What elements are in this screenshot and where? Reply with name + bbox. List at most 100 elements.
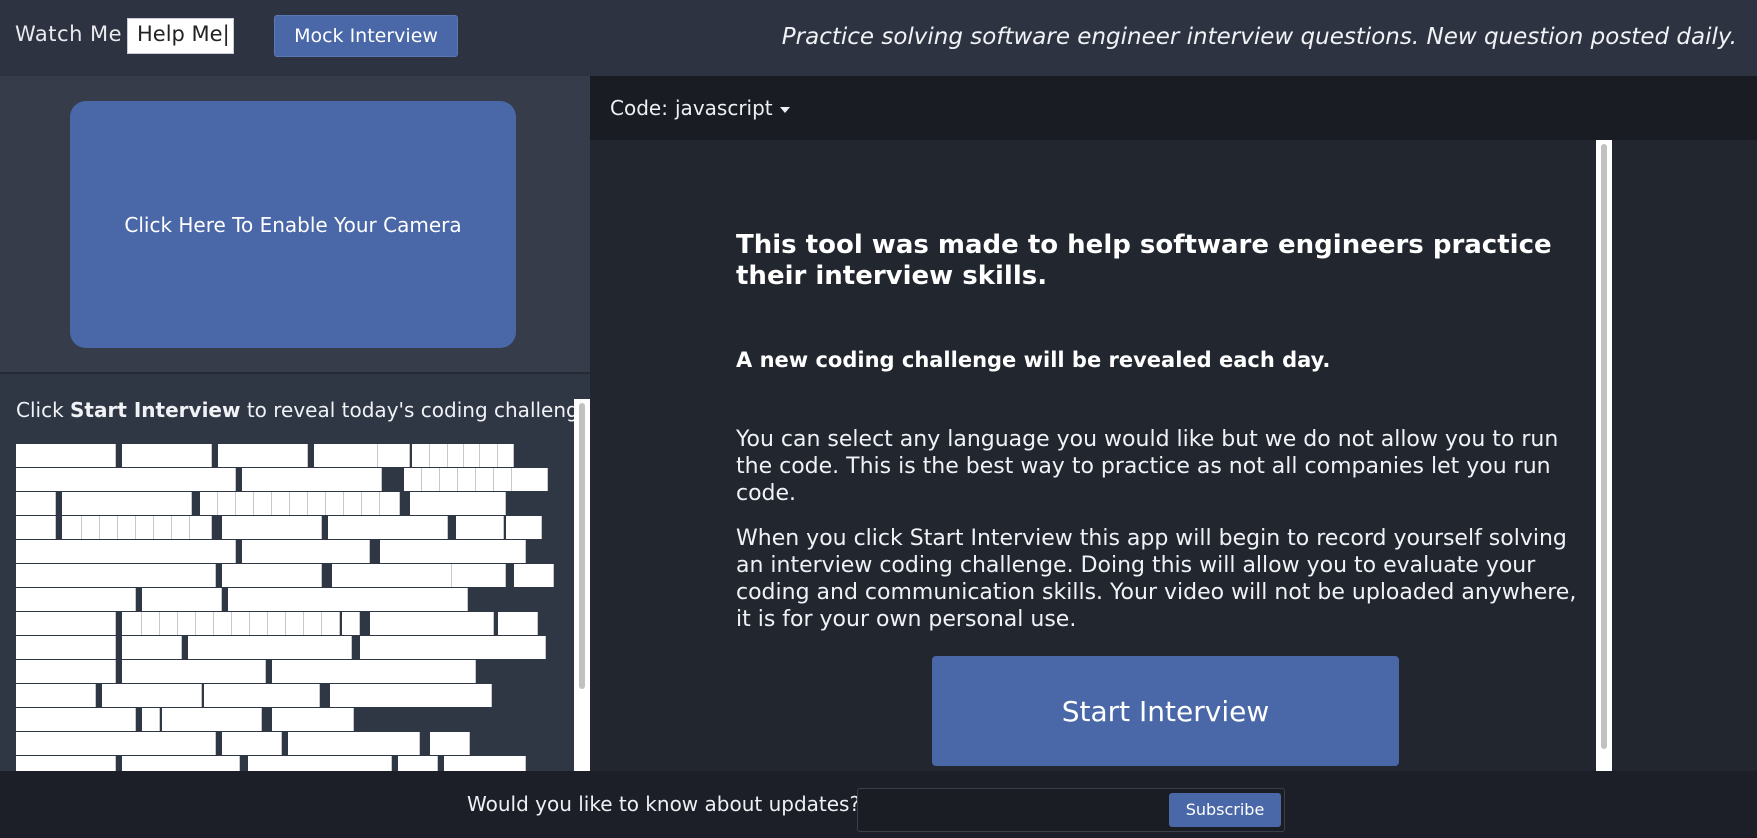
challenge-block-cell [16, 636, 116, 659]
challenge-block-cell [498, 444, 514, 467]
challenge-block-cell [16, 612, 116, 635]
challenge-block-cell [330, 684, 492, 707]
caret-down-icon [779, 106, 790, 113]
challenge-block-cell [16, 564, 216, 587]
logo-input[interactable]: Help Me| [127, 18, 234, 54]
code-bar: Code: javascript [590, 76, 1757, 140]
start-interview-button[interactable]: Start Interview [932, 656, 1399, 766]
challenge-block-cell [398, 756, 438, 771]
left-scrollbar[interactable] [574, 399, 590, 771]
challenge-block-cell [452, 564, 506, 587]
challenge-block-cell [142, 612, 160, 635]
challenge-block-cell [16, 732, 216, 755]
mock-interview-button[interactable]: Mock Interview [274, 15, 458, 57]
left-scrollbar-thumb[interactable] [579, 403, 585, 689]
challenge-block-cell [62, 492, 192, 515]
challenge-block-cell [268, 612, 286, 635]
challenge-block-cell [272, 708, 354, 731]
challenge-block-cell [122, 756, 240, 771]
challenge-block-cell [430, 732, 470, 755]
challenge-block-cell [512, 468, 548, 491]
challenge-block-cell [100, 516, 118, 539]
challenge-block-cell [288, 732, 420, 755]
challenge-block-cell [314, 444, 378, 467]
challenge-block-cell [272, 492, 290, 515]
challenge-block-cell [222, 732, 282, 755]
challenge-block-cell [16, 492, 56, 515]
challenge-block-cell [16, 756, 116, 771]
subscribe-button[interactable]: Subscribe [1169, 793, 1281, 827]
challenge-block-cell [360, 636, 546, 659]
challenge-block-cell [122, 444, 212, 467]
challenge-block-cell [242, 468, 382, 491]
intro-paragraph-recording: When you click Start Interview this app … [736, 526, 1577, 632]
app-logo: Watch Me [15, 22, 123, 46]
challenge-block-cell [506, 516, 542, 539]
challenge-block-cell [326, 492, 344, 515]
challenge-block-cell [16, 444, 116, 467]
challenge-block-cell [16, 684, 96, 707]
challenge-block-cell [154, 516, 172, 539]
editor-panel: Code: javascript This tool was made to h… [590, 76, 1757, 771]
tagline: Practice solving software engineer inter… [781, 24, 1737, 50]
challenge-block-cell [136, 516, 154, 539]
challenge-block-cell [118, 516, 136, 539]
enable-camera-button[interactable]: Click Here To Enable Your Camera [70, 101, 516, 348]
challenge-block-cell [250, 612, 268, 635]
hidden-challenge-blocks [16, 444, 556, 771]
challenge-block-cell [362, 492, 380, 515]
intro-paragraph-language: You can select any language you would li… [736, 427, 1559, 506]
challenge-block-cell [456, 516, 504, 539]
challenge-block-cell [242, 540, 370, 563]
challenge-block-cell [304, 612, 322, 635]
challenge-block-cell [380, 540, 526, 563]
top-bar: Watch Me Help Me| Mock Interview Practic… [0, 0, 1757, 76]
challenge-block-cell [440, 468, 458, 491]
challenge-block-cell [122, 660, 266, 683]
challenge-block-cell [410, 660, 476, 683]
challenge-block-cell [188, 636, 352, 659]
challenge-block-cell [16, 708, 136, 731]
challenge-block-cell [476, 468, 494, 491]
challenge-block-cell [328, 516, 448, 539]
challenge-block-cell [514, 564, 554, 587]
challenge-block-cell [286, 612, 304, 635]
challenge-block-cell [142, 588, 222, 611]
challenge-block-cell [444, 756, 526, 771]
challenge-block-cell [160, 612, 178, 635]
language-select[interactable]: javascript [675, 96, 790, 120]
intro-bold: Start Interview [70, 398, 241, 422]
challenge-block-cell [162, 708, 262, 731]
challenge-block-cell [370, 612, 494, 635]
intro-heading: This tool was made to help software engi… [736, 230, 1552, 291]
challenge-block-cell [254, 492, 272, 515]
challenge-block-cell [16, 468, 236, 491]
intro-subheading: A new coding challenge will be revealed … [736, 348, 1331, 372]
challenge-block-cell [272, 660, 426, 683]
editor-scrollbar[interactable] [1596, 140, 1612, 771]
challenge-block-cell [142, 708, 160, 731]
challenge-block-cell [232, 612, 250, 635]
challenge-block-cell [62, 516, 82, 539]
updates-question: Would you like to know about updates? [467, 792, 861, 816]
code-label: Code: [610, 96, 668, 120]
camera-area: Click Here To Enable Your Camera [0, 76, 590, 374]
challenge-block-cell [190, 516, 212, 539]
challenge-block-cell [218, 492, 236, 515]
challenge-block-cell [290, 492, 308, 515]
intro-suffix: to reveal today's coding challenge [240, 398, 592, 422]
challenge-block-cell [498, 612, 538, 635]
challenge-block-cell [196, 612, 214, 635]
challenge-block-cell [122, 612, 142, 635]
challenge-block-cell [16, 588, 136, 611]
challenge-block-cell [218, 444, 308, 467]
challenge-block-cell [422, 468, 440, 491]
challenge-block-cell [430, 444, 448, 467]
challenge-block-cell [204, 684, 320, 707]
challenge-block-cell [248, 756, 392, 771]
challenge-block-cell [228, 588, 468, 611]
challenge-block-cell [344, 492, 362, 515]
challenge-block-cell [380, 492, 400, 515]
editor-scrollbar-thumb[interactable] [1601, 144, 1607, 749]
challenge-block-cell [448, 444, 464, 467]
